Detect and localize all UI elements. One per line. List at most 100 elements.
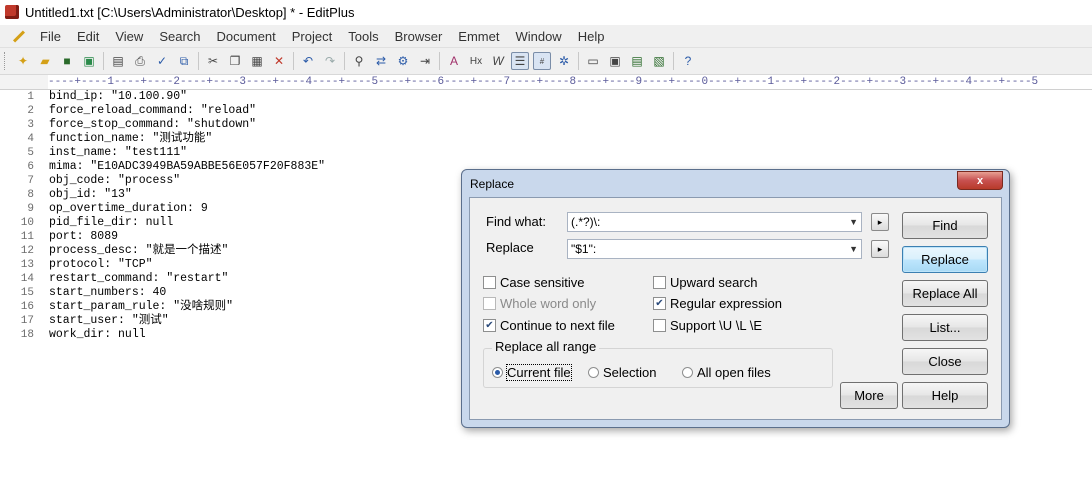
window-4-icon[interactable]: ▧ (650, 52, 668, 70)
menu-project[interactable]: Project (284, 29, 340, 44)
case-sensitive-checkbox[interactable]: Case sensitive (483, 275, 585, 290)
toolbar-separator (198, 52, 199, 70)
menu-window[interactable]: Window (507, 29, 569, 44)
window-1-icon[interactable]: ▭ (584, 52, 602, 70)
menu-document[interactable]: Document (209, 29, 284, 44)
replace-all-button[interactable]: Replace All (902, 280, 988, 307)
font-icon[interactable]: A (445, 52, 463, 70)
replace-button[interactable]: Replace (902, 246, 988, 273)
spell-check-icon[interactable]: ✓ (153, 52, 171, 70)
delete-icon[interactable]: ✕ (270, 52, 288, 70)
checkbox-box[interactable] (483, 276, 496, 289)
upward-search-checkbox[interactable]: Upward search (653, 275, 757, 290)
menu-tools[interactable]: Tools (340, 29, 386, 44)
code-line[interactable]: mima: "E10ADC3949BA59ABBE56E057F20F883E" (49, 160, 325, 174)
close-icon[interactable]: x (957, 171, 1003, 190)
code-line[interactable]: function_name: "测试功能" (49, 132, 325, 146)
code-line[interactable]: bind_ip: "10.100.90" (49, 90, 325, 104)
window-3-icon[interactable]: ▤ (628, 52, 646, 70)
code-line[interactable]: start_numbers: 40 (49, 286, 325, 300)
word-wrap-icon[interactable]: W (489, 52, 507, 70)
paste-icon[interactable]: ▦ (248, 52, 266, 70)
undo-icon[interactable]: ↶ (299, 52, 317, 70)
radio-selected-icon[interactable] (492, 367, 503, 378)
find-icon[interactable]: ⚲ (350, 52, 368, 70)
all-open-files-radio[interactable]: All open files (682, 365, 771, 380)
code-line[interactable]: force_stop_command: "shutdown" (49, 118, 325, 132)
print-icon[interactable]: ⎙ (131, 52, 149, 70)
checkbox-box[interactable] (653, 276, 666, 289)
menu-view[interactable]: View (107, 29, 151, 44)
open-icon[interactable]: ▰ (36, 52, 54, 70)
replace-menu-button[interactable]: ▸ (871, 240, 889, 258)
find-what-menu-button[interactable]: ▸ (871, 213, 889, 231)
menu-file[interactable]: File (32, 29, 69, 44)
current-file-radio[interactable]: Current file (492, 364, 572, 381)
checkbox-box[interactable] (653, 319, 666, 332)
check-mark-icon[interactable]: ✔ (653, 297, 666, 310)
menu-bar: File Edit View Search Document Project T… (0, 25, 1092, 48)
code-line[interactable]: process_desc: "就是一个描述" (49, 244, 325, 258)
replace-label: Replace (486, 240, 534, 255)
code-line[interactable]: restart_command: "restart" (49, 272, 325, 286)
go-to-line-icon[interactable]: ⇥ (416, 52, 434, 70)
line-number: 16 (20, 301, 34, 313)
chevron-down-icon[interactable]: ▼ (849, 217, 858, 227)
code-line[interactable]: inst_name: "test111" (49, 146, 325, 160)
window-2-icon[interactable]: ▣ (606, 52, 624, 70)
hex-icon[interactable]: Hx (467, 52, 485, 70)
code-line[interactable]: obj_code: "process" (49, 174, 325, 188)
code-text[interactable]: bind_ip: "10.100.90" force_reload_command… (49, 90, 325, 342)
code-line[interactable]: port: 8089 (49, 230, 325, 244)
menu-help[interactable]: Help (570, 29, 613, 44)
menu-browser[interactable]: Browser (387, 29, 451, 44)
find-button[interactable]: Find (902, 212, 988, 239)
print-preview-icon[interactable]: ▤ (109, 52, 127, 70)
menu-emmet[interactable]: Emmet (450, 29, 507, 44)
support-ule-checkbox[interactable]: Support \U \L \E (653, 318, 762, 333)
help-button[interactable]: Help (902, 382, 988, 409)
radio-icon[interactable] (682, 367, 693, 378)
find-what-label: Find what: (486, 214, 546, 229)
help-icon[interactable]: ? (679, 52, 697, 70)
code-line[interactable]: protocol: "TCP" (49, 258, 325, 272)
continue-next-file-checkbox[interactable]: ✔ Continue to next file (483, 318, 615, 333)
line-number-icon[interactable]: # (533, 52, 551, 70)
menu-search[interactable]: Search (151, 29, 208, 44)
replace-icon[interactable]: ⇄ (372, 52, 390, 70)
close-button[interactable]: Close (902, 348, 988, 375)
code-line[interactable]: start_param_rule: "没啥规则" (49, 300, 325, 314)
ruler-icon[interactable]: ☰ (511, 52, 529, 70)
code-line[interactable]: op_overtime_duration: 9 (49, 202, 325, 216)
code-line[interactable]: obj_id: "13" (49, 188, 325, 202)
list-button[interactable]: List... (902, 314, 988, 341)
find-in-files-icon[interactable]: ⚙ (394, 52, 412, 70)
find-what-input[interactable]: (.*?)\: ▼ (567, 212, 862, 232)
save-icon[interactable]: ■ (58, 52, 76, 70)
line-number: 13 (20, 259, 34, 271)
replace-with-input[interactable]: "$1": ▼ (567, 239, 862, 259)
redo-icon[interactable]: ↷ (321, 52, 339, 70)
regex-checkbox[interactable]: ✔ Regular expression (653, 296, 782, 311)
code-line[interactable]: start_user: "测试" (49, 314, 325, 328)
new-file-icon[interactable]: ✦ (14, 52, 32, 70)
settings-icon[interactable]: ✲ (555, 52, 573, 70)
radio-icon[interactable] (588, 367, 599, 378)
menu-edit[interactable]: Edit (69, 29, 107, 44)
check-mark-icon[interactable]: ✔ (483, 319, 496, 332)
browser-icon[interactable]: ⧉ (175, 52, 193, 70)
save-all-icon[interactable]: ▣ (80, 52, 98, 70)
cut-icon[interactable]: ✂ (204, 52, 222, 70)
editplus-app-icon[interactable] (5, 5, 19, 19)
more-button[interactable]: More (840, 382, 898, 409)
line-number: 7 (27, 175, 34, 187)
copy-icon[interactable]: ❐ (226, 52, 244, 70)
ruler-corner (0, 75, 48, 90)
selection-radio[interactable]: Selection (588, 365, 656, 380)
code-line[interactable]: pid_file_dir: null (49, 216, 325, 230)
code-line[interactable]: work_dir: null (49, 328, 325, 342)
toolbar-grip[interactable] (4, 52, 8, 70)
line-number: 10 (20, 217, 34, 229)
chevron-down-icon[interactable]: ▼ (849, 244, 858, 254)
code-line[interactable]: force_reload_command: "reload" (49, 104, 325, 118)
